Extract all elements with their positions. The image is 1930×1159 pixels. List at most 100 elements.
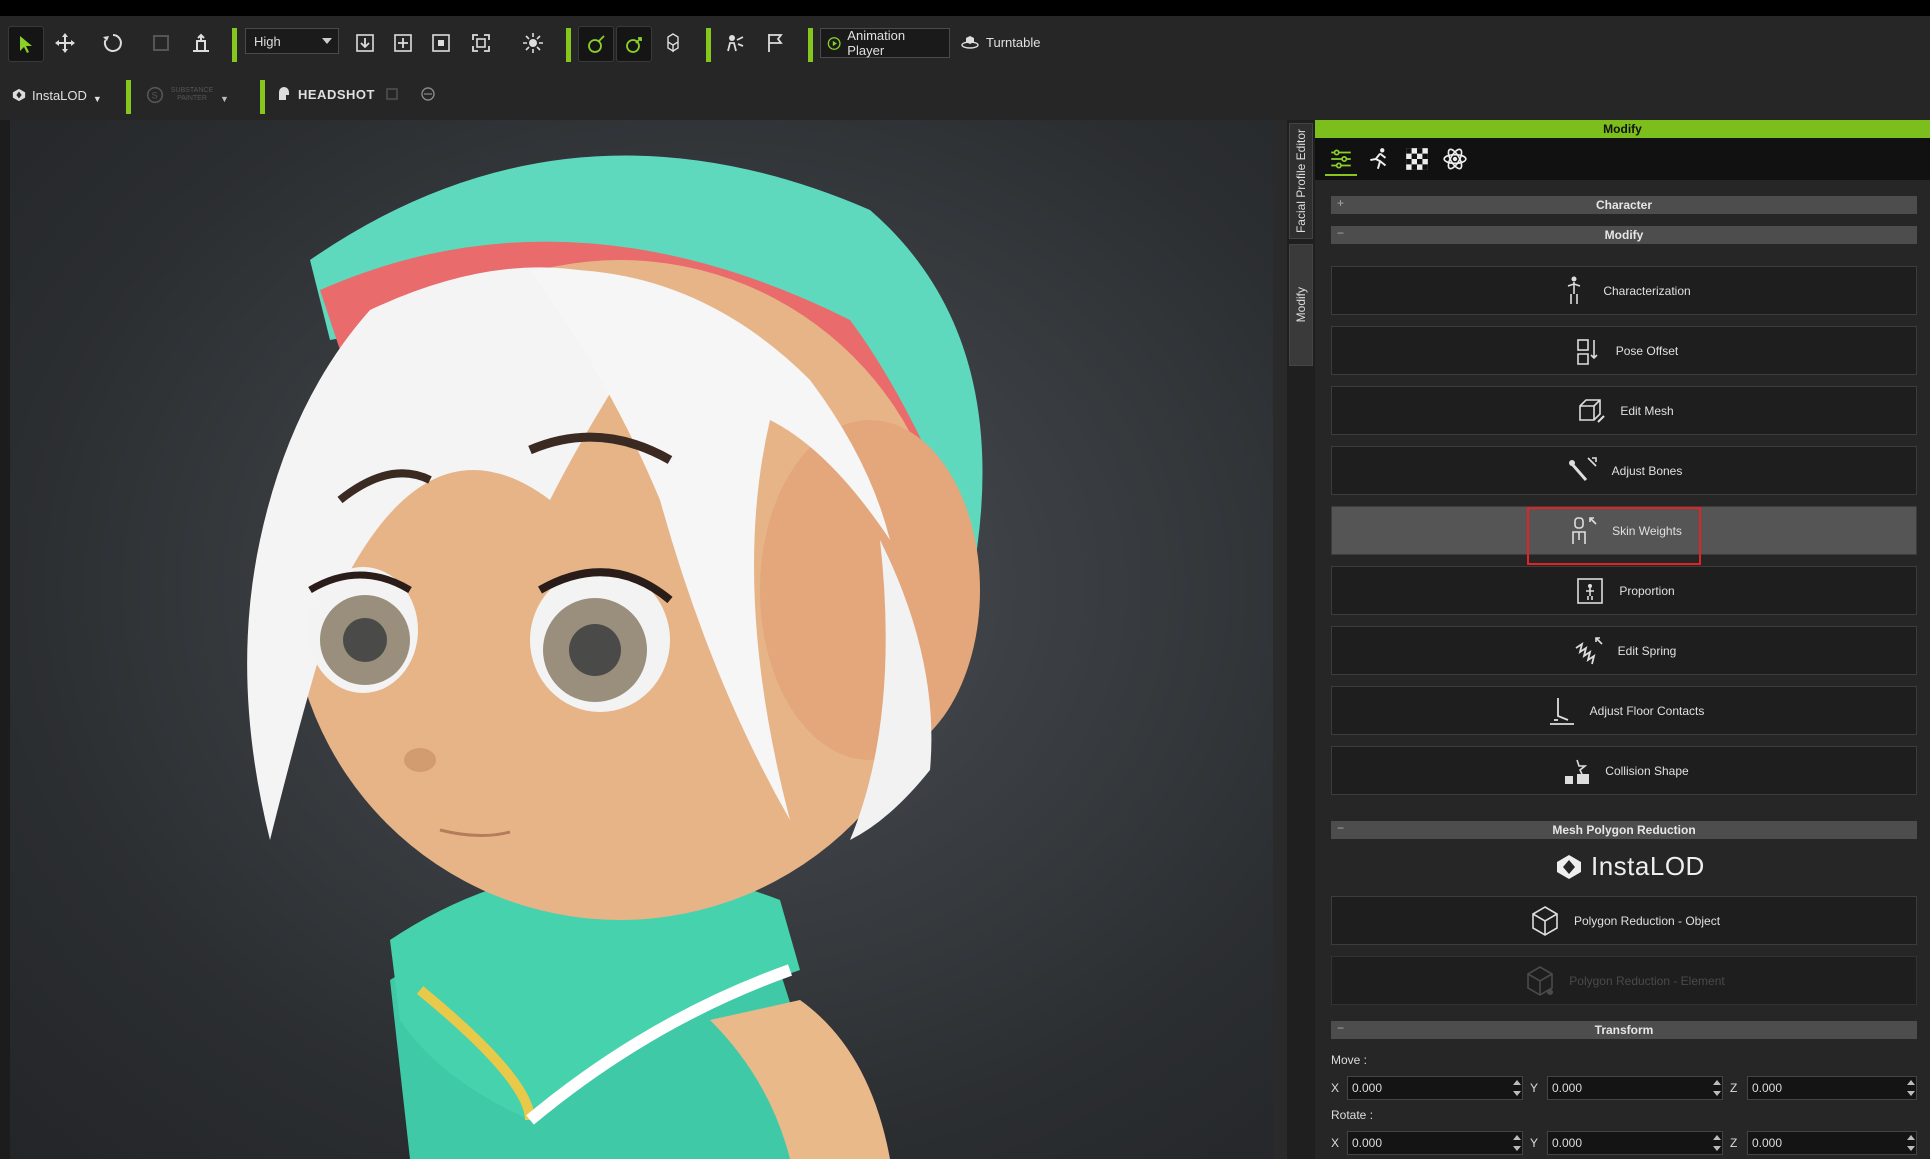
characterization-label: Characterization	[1603, 283, 1691, 298]
tab-modify[interactable]: Modify	[1289, 244, 1313, 366]
toolbar-separator	[808, 28, 813, 62]
panel-tabs	[1315, 138, 1930, 180]
center-icon	[432, 34, 450, 52]
rotate-x-axis-label: X	[1331, 1136, 1340, 1150]
edit-mesh-label: Edit Mesh	[1620, 403, 1674, 418]
skin-weights-button[interactable]: Skin Weights	[1331, 506, 1917, 555]
tab-physics[interactable]	[1439, 144, 1471, 174]
instalod-menu-button[interactable]: InstaLOD ▼	[12, 86, 102, 104]
toolbar-separator	[566, 28, 571, 62]
collision-shape-button[interactable]: Collision Shape	[1331, 746, 1917, 795]
tab-motion[interactable]	[1363, 144, 1395, 174]
chevron-down-icon	[322, 38, 332, 44]
substance-painter-button[interactable]: S SUBSTANCE PAINTER ▼	[146, 86, 229, 104]
spinner-icon[interactable]	[1907, 1135, 1915, 1151]
section-modify[interactable]: − Modify	[1331, 226, 1917, 244]
headshot-tool-2-button[interactable]	[418, 84, 438, 104]
sliders-icon	[1331, 149, 1351, 169]
left-dock-strip	[0, 120, 10, 1159]
headshot-tool-1-button[interactable]	[382, 84, 402, 104]
checker-icon	[1406, 148, 1428, 170]
instalod-logo-text: InstaLOD	[1591, 851, 1705, 881]
rotate-tool-button[interactable]	[96, 26, 130, 60]
spinner-icon[interactable]	[1513, 1135, 1521, 1151]
collapse-icon: −	[1337, 1021, 1345, 1035]
pose-offset-label: Pose Offset	[1615, 343, 1679, 358]
rotate-y-axis-label: Y	[1530, 1136, 1539, 1150]
sun-icon	[523, 33, 543, 53]
bone-view-icon	[588, 35, 605, 53]
flag-icon	[768, 34, 783, 52]
turntable-button[interactable]: Turntable	[960, 34, 1040, 50]
rotate-z-field[interactable]: 0.000	[1747, 1131, 1917, 1155]
move-tool-button[interactable]	[48, 26, 82, 60]
section-character[interactable]: + Character	[1331, 196, 1917, 214]
viewport-splitter[interactable]	[1273, 120, 1287, 1159]
edit-spring-label: Edit Spring	[1617, 643, 1677, 658]
adjust-bones-button[interactable]: Adjust Bones	[1331, 446, 1917, 495]
flag-button[interactable]	[758, 26, 792, 60]
panel-title: Modify	[1315, 120, 1930, 138]
center-button[interactable]	[424, 26, 458, 60]
polygon-reduction-element-button[interactable]: Polygon Reduction - Element	[1331, 956, 1917, 1005]
adjust-floor-contacts-button[interactable]: Adjust Floor Contacts	[1331, 686, 1917, 735]
move-z-value: 0.000	[1752, 1081, 1783, 1095]
select-tool-button[interactable]	[8, 26, 44, 62]
bone-view-button[interactable]	[578, 26, 614, 62]
section-mesh-reduction-label: Mesh Polygon Reduction	[1552, 823, 1696, 837]
edit-mesh-button[interactable]: Edit Mesh	[1331, 386, 1917, 435]
title-strip	[0, 0, 1930, 16]
headshot-button[interactable]: HEADSHOT	[276, 86, 375, 102]
proportion-button[interactable]: Proportion	[1331, 566, 1917, 615]
section-character-label: Character	[1595, 198, 1653, 212]
section-transform[interactable]: − Transform	[1331, 1021, 1917, 1039]
turntable-label: Turntable	[986, 34, 1041, 50]
modify-panel: Modify + Character − Modify Characteriza…	[1315, 120, 1930, 1159]
pose-offset-button[interactable]: Pose Offset	[1331, 326, 1917, 375]
rotate-y-field[interactable]: 0.000	[1547, 1131, 1723, 1155]
quality-dropdown[interactable]: High	[245, 28, 339, 54]
light-button[interactable]	[516, 26, 550, 60]
edit-spring-button[interactable]: Edit Spring	[1331, 626, 1917, 675]
animation-player-button[interactable]: Animation Player	[820, 28, 950, 58]
proportion-icon	[1577, 577, 1604, 604]
tab-facial-profile-editor[interactable]: Facial Profile Editor	[1289, 123, 1313, 239]
substance-icon: S	[146, 86, 164, 104]
mesh-view-button[interactable]	[656, 26, 690, 60]
tab-attributes[interactable]	[1325, 144, 1357, 176]
spinner-icon[interactable]	[1513, 1080, 1521, 1096]
spinner-icon[interactable]	[1713, 1135, 1721, 1151]
align-icon	[193, 33, 209, 52]
actor-icon	[727, 35, 744, 52]
spinner-icon[interactable]	[1907, 1080, 1915, 1096]
move-y-field[interactable]: 0.000	[1547, 1076, 1723, 1100]
svg-text:S: S	[152, 90, 158, 100]
frame-selected-button[interactable]	[386, 26, 420, 60]
section-mesh-polygon-reduction[interactable]: − Mesh Polygon Reduction	[1331, 821, 1917, 839]
toolbar-separator	[126, 80, 131, 114]
spinner-icon[interactable]	[1713, 1080, 1721, 1096]
polygon-reduction-object-button[interactable]: Polygon Reduction - Object	[1331, 896, 1917, 945]
fit-view-button[interactable]	[464, 26, 498, 60]
rotate-x-value: 0.000	[1352, 1136, 1383, 1150]
drop-to-floor-button[interactable]	[348, 26, 382, 60]
scale-tool-button[interactable]	[144, 26, 178, 60]
3d-viewport[interactable]	[10, 120, 1273, 1159]
move-z-field[interactable]: 0.000	[1747, 1076, 1917, 1100]
headshot-tool-icon	[386, 88, 398, 100]
characterization-button[interactable]: Characterization	[1331, 266, 1917, 315]
fit-view-icon	[472, 34, 490, 52]
tab-material[interactable]	[1401, 144, 1433, 174]
instalod-logo: InstaLOD	[1555, 851, 1705, 882]
turntable-icon	[961, 36, 979, 49]
adjust-floor-label: Adjust Floor Contacts	[1589, 703, 1705, 718]
play-circle-icon	[827, 36, 841, 50]
rotate-x-field[interactable]: 0.000	[1347, 1131, 1523, 1155]
chevron-down-icon: ▼	[92, 94, 102, 104]
move-x-field[interactable]: 0.000	[1347, 1076, 1523, 1100]
adjust-bones-icon	[1568, 456, 1597, 481]
actor-button[interactable]	[718, 26, 752, 60]
align-tool-button[interactable]	[184, 26, 218, 60]
skin-view-button[interactable]	[616, 26, 652, 62]
cubes-icon	[667, 33, 679, 53]
